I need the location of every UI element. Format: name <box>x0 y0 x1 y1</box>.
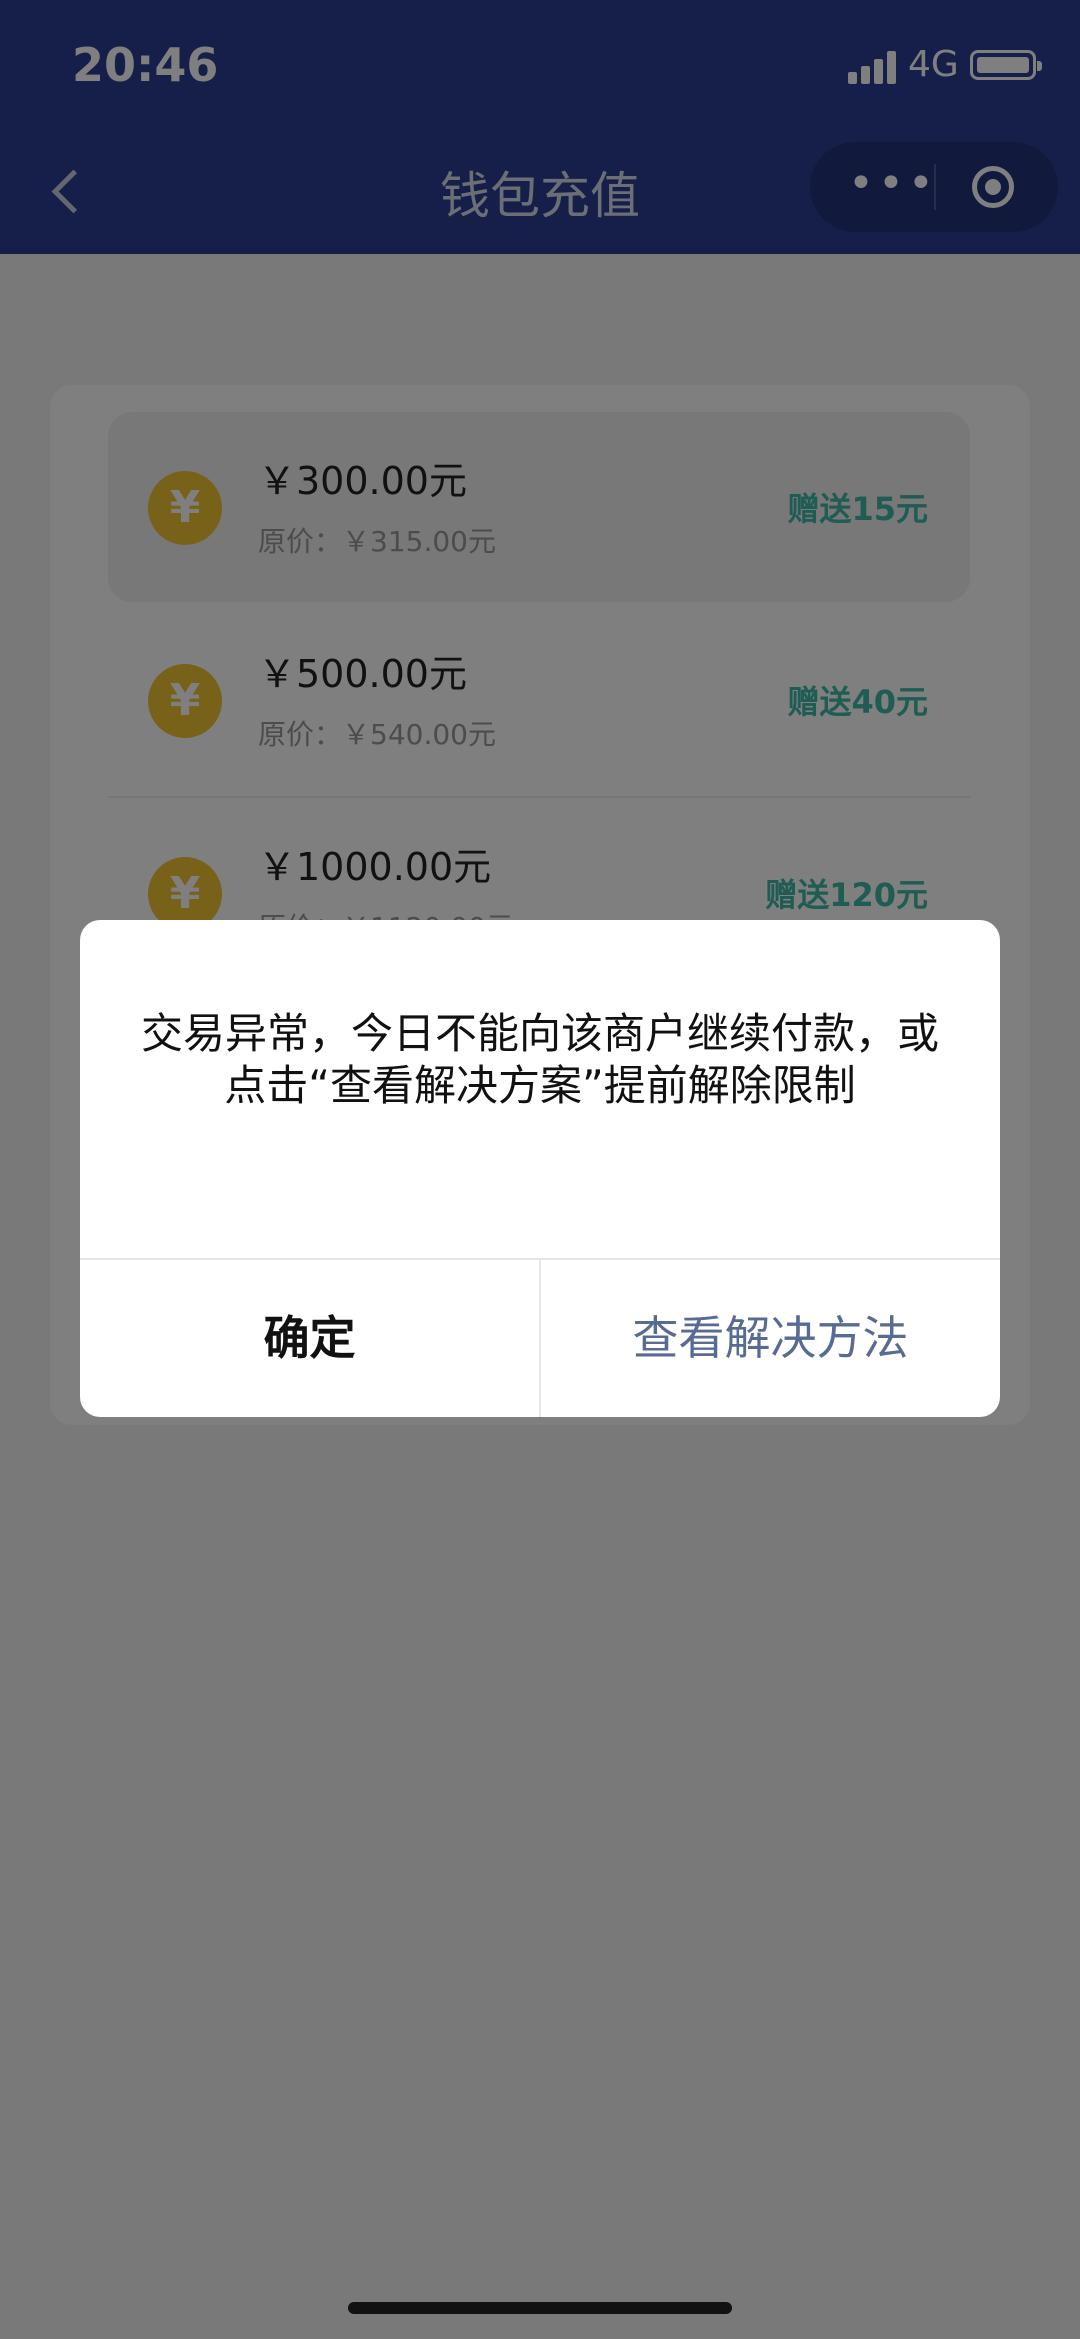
alert-dialog: 交易异常，今日不能向该商户继续付款，或点击“查看解决方案”提前解除限制 确定 查… <box>80 920 1000 1417</box>
confirm-button[interactable]: 确定 <box>80 1260 539 1417</box>
view-solution-button[interactable]: 查看解决方法 <box>541 1260 1000 1417</box>
dialog-message: 交易异常，今日不能向该商户继续付款，或点击“查看解决方案”提前解除限制 <box>140 1009 939 1110</box>
home-indicator[interactable] <box>348 2302 732 2314</box>
